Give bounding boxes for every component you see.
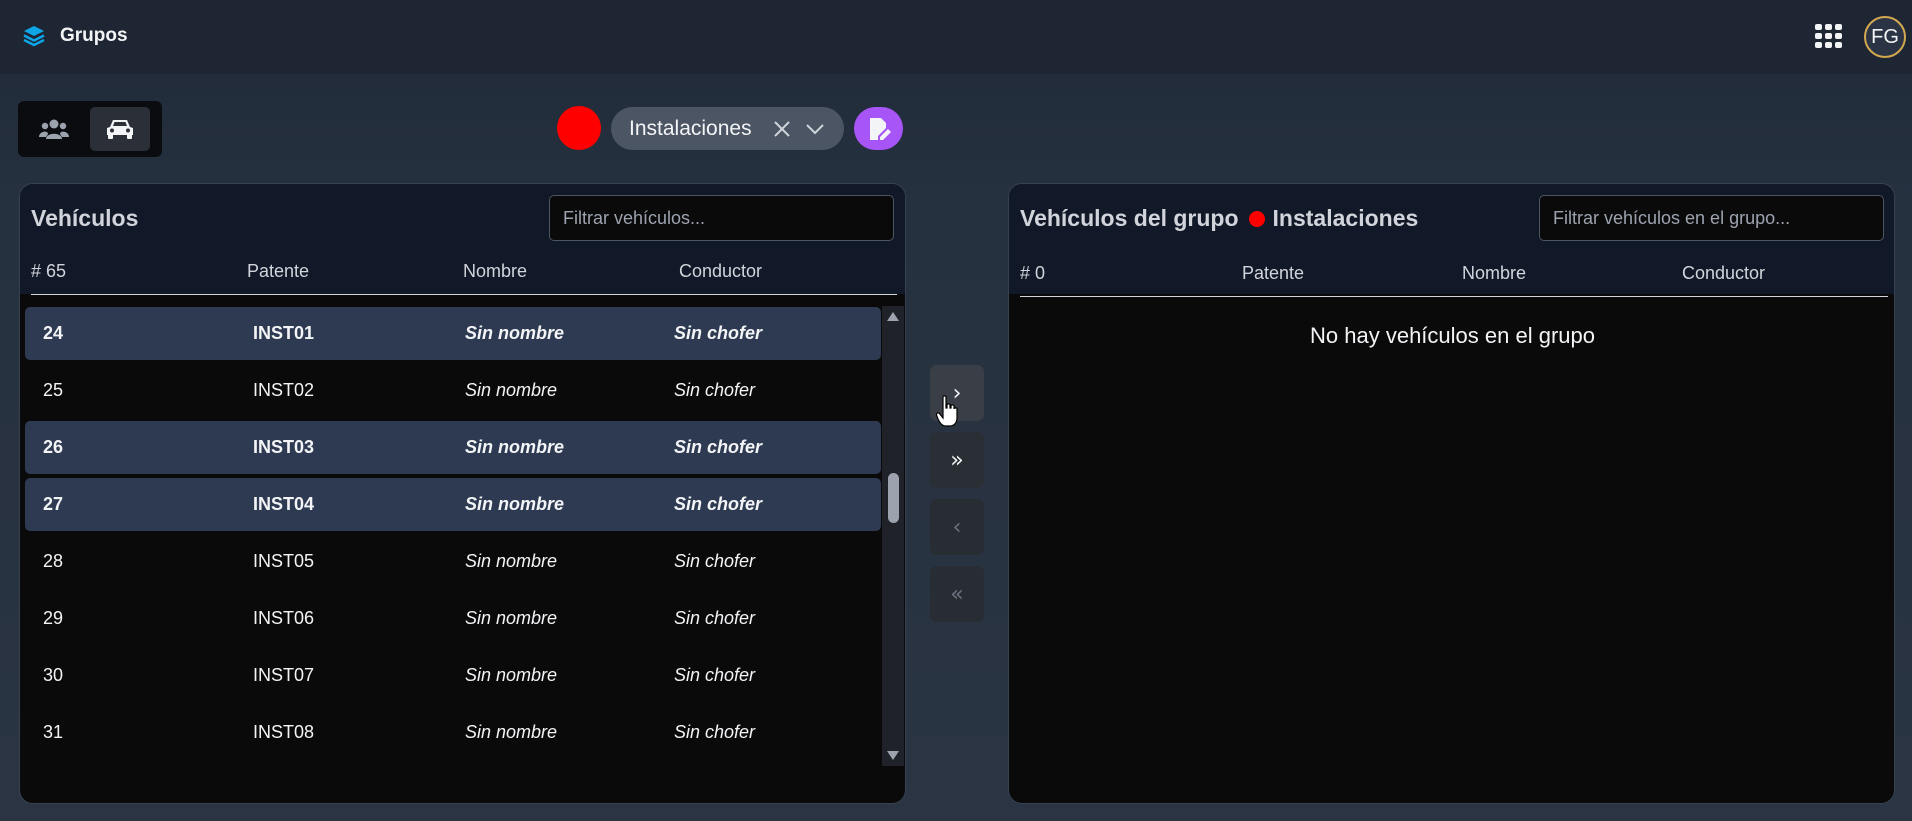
table-row[interactable]: 24 INST01 Sin nombre Sin chofer <box>25 307 881 360</box>
group-count-header: # 0 <box>1020 263 1046 283</box>
row-patente: INST03 <box>253 437 315 457</box>
clear-icon[interactable] <box>767 114 797 144</box>
table-row[interactable]: 28 INST05 Sin nombre Sin chofer <box>25 535 881 588</box>
row-patente: INST08 <box>253 722 315 742</box>
group-color-dot <box>1248 210 1265 227</box>
row-number: 26 <box>43 437 64 457</box>
group-select[interactable]: Instalaciones <box>611 107 844 150</box>
edit-document-icon <box>869 117 891 140</box>
group-panel-header: Vehículos del grupo Instalaciones # 0 Pa… <box>1009 184 1894 297</box>
group-panel-title-text: Vehículos del grupo <box>1020 205 1239 231</box>
row-patente: INST02 <box>253 380 315 400</box>
edit-group-button[interactable] <box>854 107 903 150</box>
table-row[interactable]: 25 INST02 Sin nombre Sin chofer <box>25 364 881 417</box>
patente-header[interactable]: Patente <box>247 261 309 282</box>
row-nombre: Sin nombre <box>465 722 558 742</box>
row-number: 27 <box>43 494 64 514</box>
row-conductor: Sin chofer <box>674 551 756 571</box>
row-conductor: Sin chofer <box>674 323 763 343</box>
row-patente: INST07 <box>253 665 315 685</box>
row-conductor: Sin chofer <box>674 437 763 457</box>
row-nombre: Sin nombre <box>465 494 565 514</box>
table-row[interactable]: 27 INST04 Sin nombre Sin chofer <box>25 478 881 531</box>
table-row[interactable]: 29 INST06 Sin nombre Sin chofer <box>25 592 881 645</box>
group-color-picker[interactable] <box>557 106 601 150</box>
move-selected-button[interactable]: › <box>930 365 984 421</box>
remove-selected-button[interactable]: ‹ <box>930 499 984 555</box>
row-conductor: Sin chofer <box>674 608 756 628</box>
vehicles-filter-input[interactable] <box>549 195 894 241</box>
header-divider <box>31 294 897 295</box>
group-patente-header[interactable]: Patente <box>1242 263 1304 284</box>
group-panel-group-name: Instalaciones <box>1272 205 1419 231</box>
empty-group-message: No hay vehículos en el grupo <box>1310 323 1595 348</box>
row-number: 24 <box>43 323 64 343</box>
row-nombre: Sin nombre <box>465 437 565 457</box>
vehicles-view-button[interactable] <box>90 107 150 151</box>
move-all-button[interactable]: » <box>930 432 984 488</box>
row-conductor: Sin chofer <box>674 494 763 514</box>
vehicles-panel: Vehículos # 65 Patente Nombre Conductor … <box>19 183 906 804</box>
row-nombre: Sin nombre <box>465 551 558 571</box>
row-number: 29 <box>43 608 64 628</box>
scroll-up-icon[interactable] <box>887 312 899 321</box>
vehicles-panel-header: Vehículos # 65 Patente Nombre Conductor <box>20 184 905 295</box>
table-row[interactable]: 26 INST03 Sin nombre Sin chofer <box>25 421 881 474</box>
page-title: Grupos <box>60 25 128 46</box>
row-conductor: Sin chofer <box>674 722 756 742</box>
group-conductor-header[interactable]: Conductor <box>1682 263 1765 284</box>
brand: Grupos <box>22 24 128 48</box>
group-filter-input[interactable] <box>1539 195 1884 241</box>
group-panel-title: Vehículos del grupo Instalaciones <box>1020 205 1418 232</box>
row-nombre: Sin nombre <box>465 323 565 343</box>
group-header-divider <box>1020 296 1888 297</box>
row-number: 31 <box>43 722 64 742</box>
row-number: 25 <box>43 380 64 400</box>
view-toggle <box>18 101 162 157</box>
vehicles-panel-title: Vehículos <box>31 205 139 231</box>
row-nombre: Sin nombre <box>465 608 558 628</box>
grid-apps-icon[interactable] <box>1815 24 1843 48</box>
scrollbar-thumb[interactable] <box>888 473 899 523</box>
group-select-value: Instalaciones <box>629 116 752 140</box>
row-patente: INST01 <box>253 323 315 343</box>
row-patente: INST05 <box>253 551 315 571</box>
row-patente: INST04 <box>253 494 315 514</box>
row-number: 30 <box>43 665 64 685</box>
top-bar: Grupos FG <box>0 0 1912 74</box>
row-nombre: Sin nombre <box>465 380 558 400</box>
remove-all-button[interactable]: « <box>930 566 984 622</box>
layers-icon <box>23 26 45 47</box>
table-row[interactable]: 30 INST07 Sin nombre Sin chofer <box>25 649 881 702</box>
group-vehicles-panel: Vehículos del grupo Instalaciones # 0 Pa… <box>1008 183 1895 804</box>
car-icon <box>107 120 133 139</box>
scroll-down-icon[interactable] <box>887 751 899 760</box>
avatar[interactable]: FG <box>1864 16 1906 58</box>
nombre-header[interactable]: Nombre <box>463 261 527 282</box>
users-view-button[interactable] <box>24 107 84 151</box>
chevron-down-icon[interactable] <box>797 114 833 144</box>
row-patente: INST06 <box>253 608 315 628</box>
conductor-header[interactable]: Conductor <box>679 261 762 282</box>
group-nombre-header[interactable]: Nombre <box>1462 263 1526 284</box>
row-nombre: Sin nombre <box>465 665 558 685</box>
count-header: # 65 <box>31 261 67 281</box>
table-row[interactable]: 31 INST08 Sin nombre Sin chofer <box>25 706 881 759</box>
users-icon <box>39 119 69 139</box>
scrollbar[interactable] <box>882 306 904 766</box>
row-conductor: Sin chofer <box>674 380 756 400</box>
vehicles-table: 24 INST01 Sin nombre Sin chofer 25 INST02 Sin … <box>25 307 881 763</box>
row-conductor: Sin chofer <box>674 665 756 685</box>
row-number: 28 <box>43 551 64 571</box>
